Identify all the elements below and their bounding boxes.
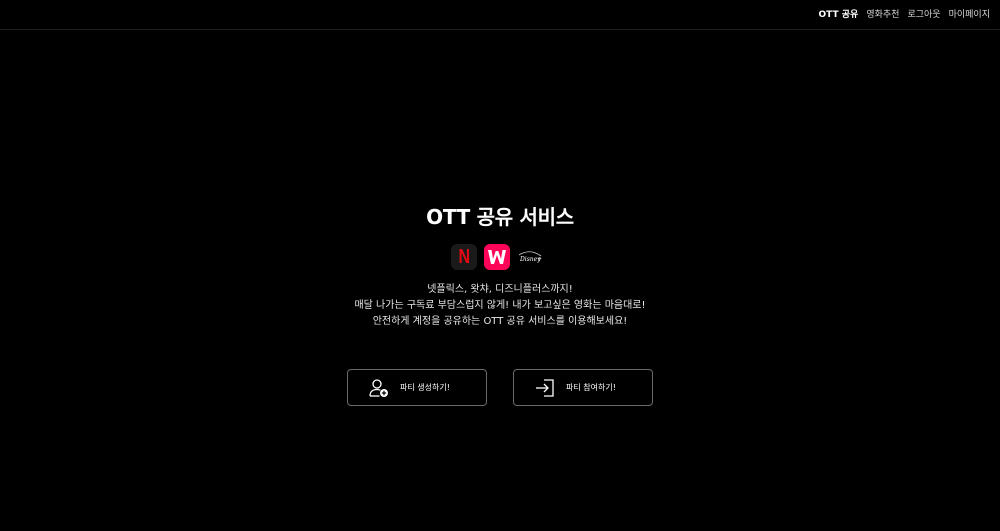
- netflix-glyph: N: [458, 246, 470, 268]
- create-party-button[interactable]: 파티 생성하기!: [347, 369, 487, 406]
- description-line-2: 매달 나가는 구독료 부담스럽지 않게! 내가 보고싶은 영화는 마음대로!: [354, 300, 646, 311]
- description-line-3: 안전하게 계정을 공유하는 OTT 공유 서비스를 이용해보세요!: [372, 316, 628, 327]
- nav-ott-share[interactable]: OTT 공유: [819, 9, 859, 21]
- description-line-1: 넷플릭스, 왓챠, 디즈니플러스까지!: [427, 284, 573, 295]
- page-title: OTT 공유 서비스: [426, 205, 574, 229]
- user-add-icon: [369, 378, 389, 398]
- page: OTT 공유 영화추천 로그아웃 마이페이지 OTT 공유 서비스 N Disn…: [0, 0, 1000, 531]
- join-party-button[interactable]: 파티 참여하기!: [513, 369, 653, 406]
- nav-logout[interactable]: 로그아웃: [907, 9, 940, 21]
- watcha-logo-icon: [484, 244, 510, 270]
- service-description: 넷플릭스, 왓챠, 디즈니플러스까지! 매달 나가는 구독료 부담스럽지 않게!…: [0, 282, 1000, 330]
- disney-plus-logo-icon: Disney +: [517, 244, 543, 270]
- nav-mypage[interactable]: 마이페이지: [949, 9, 990, 21]
- svg-text:+: +: [537, 256, 542, 263]
- nav-movie-recommend[interactable]: 영화추천: [866, 9, 899, 21]
- netflix-logo-icon: N: [451, 244, 477, 270]
- create-party-label: 파티 생성하기!: [400, 383, 450, 392]
- sign-in-icon: [535, 378, 555, 398]
- ott-logos: N Disney +: [451, 244, 543, 270]
- join-party-label: 파티 참여하기!: [566, 383, 616, 392]
- top-header: OTT 공유 영화추천 로그아웃 마이페이지: [0, 0, 1000, 30]
- main-nav: OTT 공유 영화추천 로그아웃 마이페이지: [819, 9, 991, 21]
